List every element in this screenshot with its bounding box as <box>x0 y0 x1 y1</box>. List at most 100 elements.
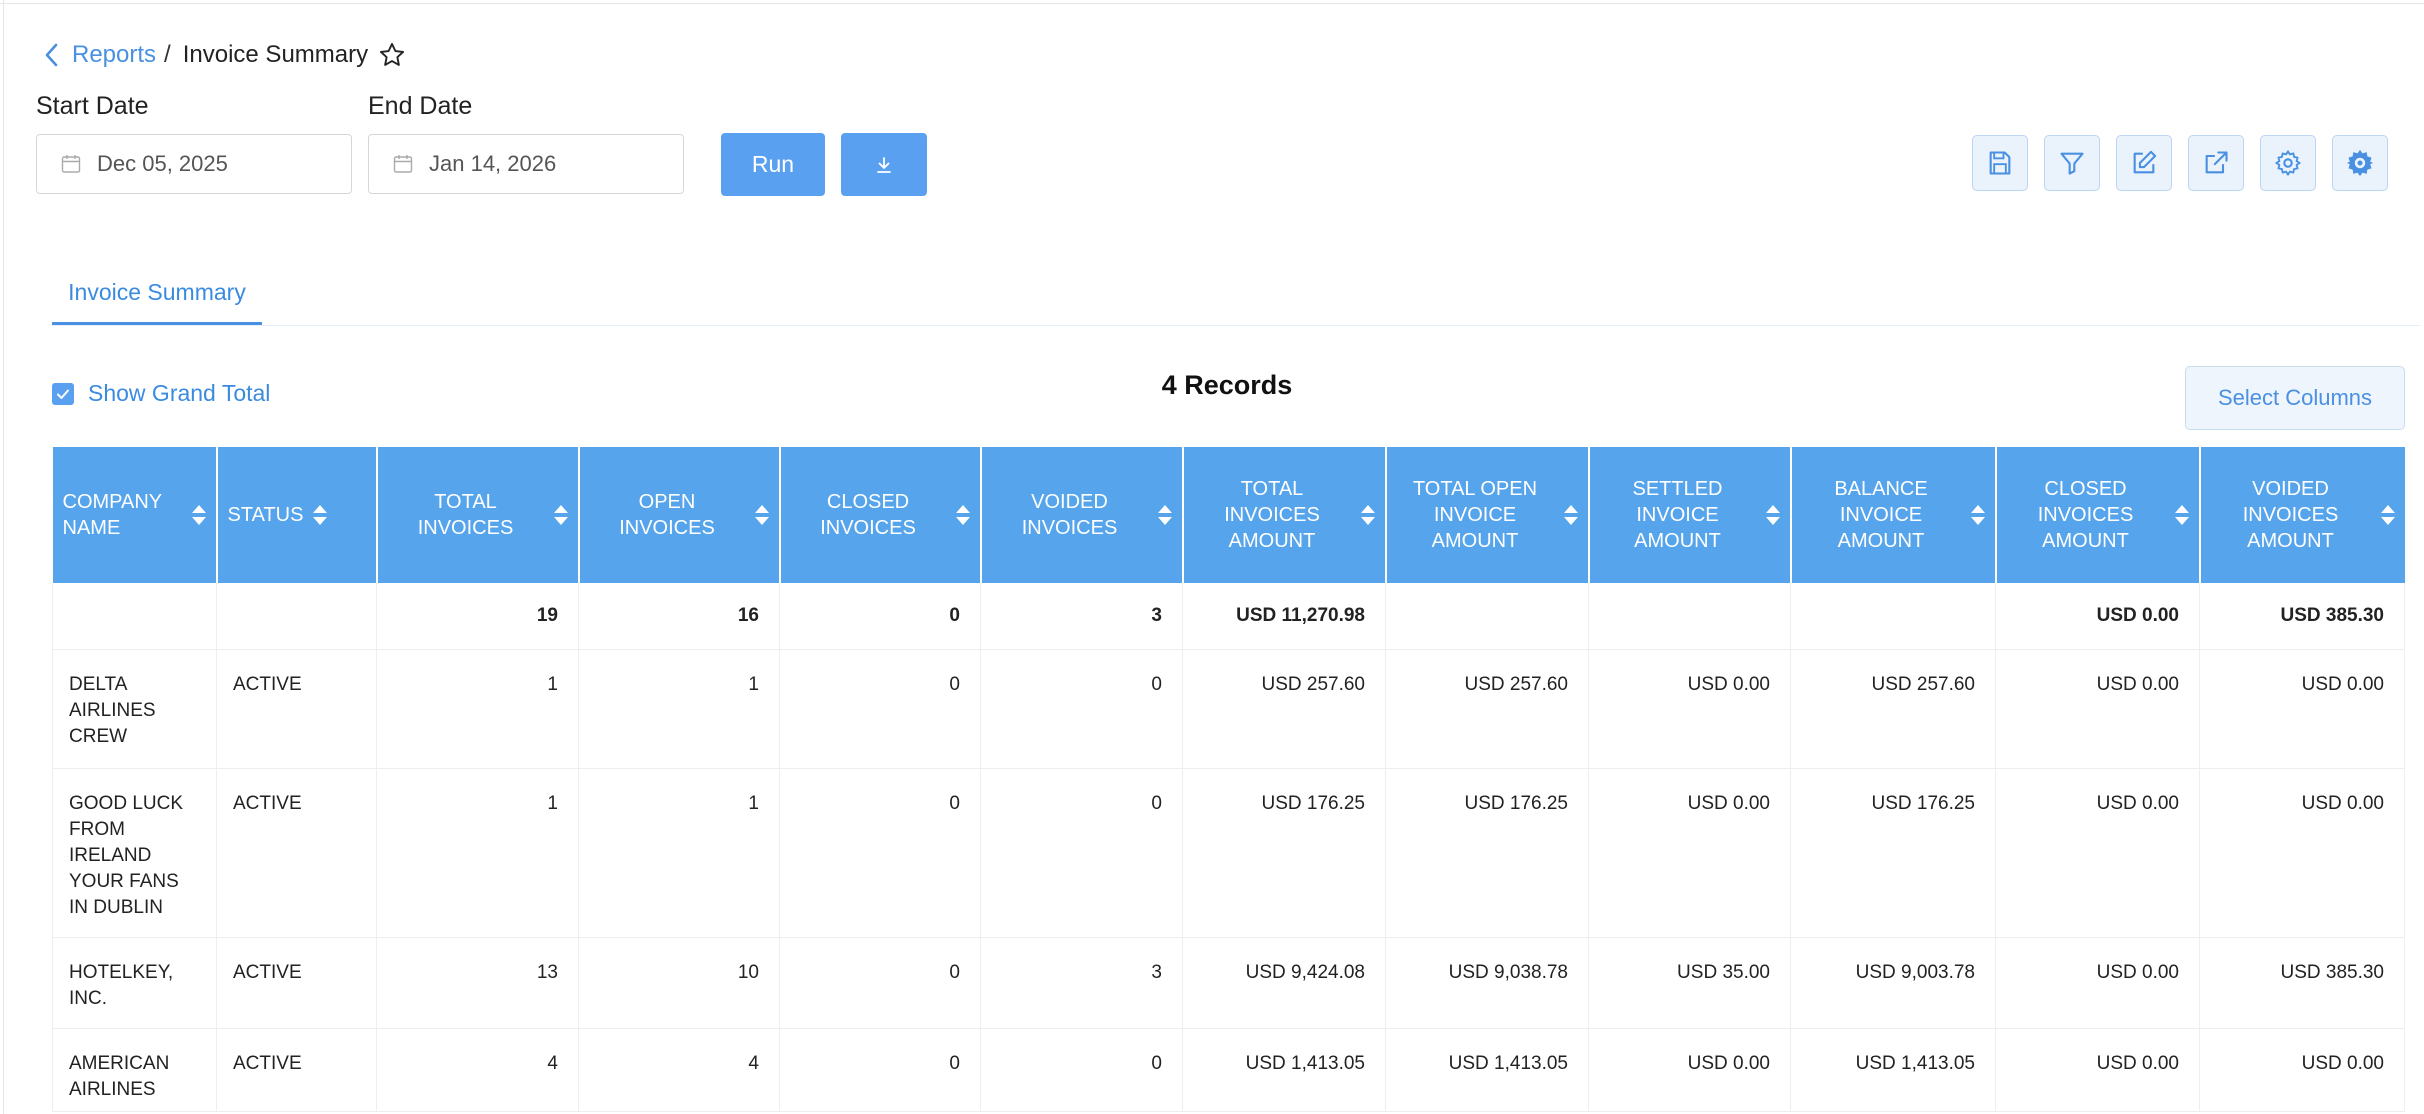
sort-icon[interactable] <box>1360 505 1375 525</box>
table-cell: ACTIVE <box>216 649 377 769</box>
column-header-label: TOTAL OPEN INVOICE AMOUNT <box>1412 478 1538 552</box>
column-header[interactable]: COMPANY NAME <box>52 447 218 583</box>
table-row[interactable]: AMERICAN AIRLINES ACTIVE 4 4 0 0 USD 1,4… <box>52 1028 2405 1112</box>
show-grand-total-toggle[interactable]: Show Grand Total <box>52 380 270 407</box>
table-cell: USD 385.30 <box>2199 583 2405 650</box>
left-border <box>0 0 4 1114</box>
save-button[interactable] <box>1972 135 2028 191</box>
table-cell: 0 <box>779 1028 981 1112</box>
table-cell: USD 257.60 <box>1790 649 1996 769</box>
table-cell: 4 <box>578 1028 780 1112</box>
table-cell: HOTELKEY, INC. <box>52 937 217 1029</box>
column-header-label: CLOSED INVOICES <box>820 491 916 539</box>
grand-total-checkbox[interactable] <box>52 382 74 405</box>
table-cell: ACTIVE <box>216 768 377 938</box>
start-date-input[interactable] <box>95 150 319 178</box>
config-gear-icon <box>2346 149 2374 177</box>
top-border <box>0 0 2424 4</box>
table-cell: USD 35.00 <box>1588 937 1791 1029</box>
column-header[interactable]: TOTAL INVOICES <box>376 447 580 583</box>
sort-icon[interactable] <box>313 505 328 525</box>
sort-icon[interactable] <box>955 505 970 525</box>
table-cell: USD 1,413.05 <box>1790 1028 1996 1112</box>
end-date-input[interactable] <box>427 150 651 178</box>
table-cell: USD 1,413.05 <box>1182 1028 1386 1112</box>
table-cell: USD 0.00 <box>1588 1028 1791 1112</box>
table-cell: 1 <box>376 649 579 769</box>
column-header[interactable]: OPEN INVOICES <box>578 447 781 583</box>
start-date-label: Start Date <box>36 92 149 120</box>
download-icon <box>877 156 891 173</box>
table-cell <box>52 583 217 650</box>
table-cell <box>1385 583 1589 650</box>
tab-invoice-summary[interactable]: Invoice Summary <box>52 263 262 325</box>
sort-icon[interactable] <box>553 505 568 525</box>
page-title: Invoice Summary <box>182 41 369 68</box>
column-header[interactable]: SETTLED INVOICE AMOUNT <box>1588 447 1792 583</box>
table-cell: 0 <box>980 768 1183 938</box>
column-header[interactable]: TOTAL OPEN INVOICE AMOUNT <box>1385 447 1590 583</box>
table-cell: ACTIVE <box>216 937 377 1029</box>
table-row[interactable]: GOOD LUCK FROM IRELAND YOUR FANS IN DUBL… <box>52 768 2405 938</box>
report-toolbar <box>1972 135 2388 191</box>
table-cell: 4 <box>376 1028 579 1112</box>
table-cell: 16 <box>578 583 780 650</box>
column-header[interactable]: TOTAL INVOICES AMOUNT <box>1182 447 1387 583</box>
run-button[interactable]: Run <box>721 133 825 196</box>
table-cell: USD 0.00 <box>1588 649 1791 769</box>
table-cell: 0 <box>779 583 981 650</box>
edit-button[interactable] <box>2116 135 2172 191</box>
table-cell: USD 0.00 <box>1995 937 2200 1029</box>
table-cell: USD 0.00 <box>1995 1028 2200 1112</box>
sort-icon[interactable] <box>2380 505 2395 525</box>
table-cell: 13 <box>376 937 579 1029</box>
table-cell <box>216 583 377 650</box>
grand-total-row: 19 16 0 3 USD 11,270.98 USD 0.00 USD 385… <box>52 583 2405 650</box>
favorite-star-icon[interactable] <box>378 41 406 69</box>
table-cell: 3 <box>980 937 1183 1029</box>
table-cell <box>1790 583 1996 650</box>
settings-button[interactable] <box>2260 135 2316 191</box>
external-link-icon <box>2205 151 2228 174</box>
column-header[interactable]: VOIDED INVOICES AMOUNT <box>2199 447 2405 583</box>
column-header-label: TOTAL INVOICES AMOUNT <box>1224 478 1320 552</box>
table-cell: USD 0.00 <box>1995 768 2200 938</box>
filter-button[interactable] <box>2044 135 2100 191</box>
table-cell: USD 257.60 <box>1385 649 1589 769</box>
sort-icon[interactable] <box>754 505 769 525</box>
sort-icon[interactable] <box>2174 505 2189 525</box>
breadcrumb-back-link[interactable]: Reports <box>44 41 156 69</box>
column-header[interactable]: CLOSED INVOICES <box>779 447 982 583</box>
column-header[interactable]: VOIDED INVOICES <box>980 447 1184 583</box>
table-cell: USD 257.60 <box>1182 649 1386 769</box>
breadcrumb-reports-link[interactable]: Reports <box>72 41 156 69</box>
column-header-label: VOIDED INVOICES <box>1021 491 1118 539</box>
start-date-field[interactable] <box>36 134 352 194</box>
table-row[interactable]: HOTELKEY, INC. ACTIVE 13 10 0 3 USD 9,42… <box>52 937 2405 1029</box>
table-row[interactable]: DELTA AIRLINES CREW ACTIVE 1 1 0 0 USD 2… <box>52 649 2405 769</box>
sort-icon[interactable] <box>191 505 206 525</box>
column-header-label: COMPANY NAME <box>62 491 162 539</box>
table-cell: USD 0.00 <box>2199 768 2405 938</box>
end-date-field[interactable] <box>368 134 684 194</box>
advanced-settings-button[interactable] <box>2332 135 2388 191</box>
sort-icon[interactable] <box>1765 505 1780 525</box>
sort-icon[interactable] <box>1563 505 1578 525</box>
column-header[interactable]: CLOSED INVOICES AMOUNT <box>1995 447 2201 583</box>
column-header[interactable]: BALANCE INVOICE AMOUNT <box>1790 447 1997 583</box>
grand-total-label: Show Grand Total <box>88 380 271 406</box>
download-button[interactable] <box>841 133 927 196</box>
table-cell <box>1588 583 1791 650</box>
table-cell: AMERICAN AIRLINES <box>52 1028 217 1112</box>
column-header[interactable]: STATUS <box>216 447 378 583</box>
sort-icon[interactable] <box>1970 505 1985 525</box>
sort-icon[interactable] <box>1157 505 1172 525</box>
select-columns-button[interactable]: Select Columns <box>2185 366 2405 430</box>
checkmark-icon <box>57 389 69 399</box>
table-cell: 3 <box>980 583 1183 650</box>
table-cell: 0 <box>980 649 1183 769</box>
open-external-button[interactable] <box>2188 135 2244 191</box>
table-cell: USD 11,270.98 <box>1182 583 1386 650</box>
record-count: 4 Records <box>1161 370 1293 400</box>
table-cell: 19 <box>376 583 579 650</box>
